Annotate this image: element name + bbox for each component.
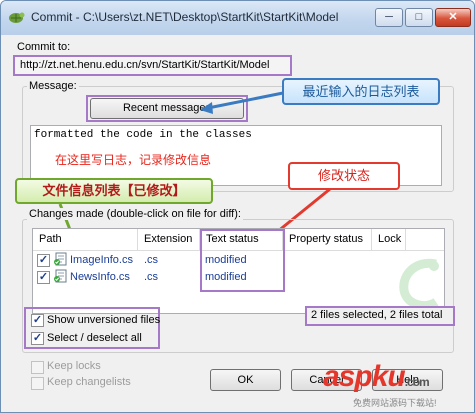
keep-changelists-label: Keep changelists bbox=[47, 376, 131, 388]
modify-status-callout: 修改状态 bbox=[288, 162, 400, 190]
column-header-property-status[interactable]: Property status bbox=[283, 229, 372, 250]
file-path[interactable]: ImageInfo.cs bbox=[70, 254, 133, 266]
watermark-subtitle: 免费网站源码下载站! bbox=[353, 398, 437, 408]
file-extension: .cs bbox=[144, 271, 159, 283]
keep-locks-label: Keep locks bbox=[47, 360, 101, 372]
watermark-text: aspku bbox=[323, 360, 406, 393]
title-bar: Commit - C:\Users\zt.NET\Desktop\StartKi… bbox=[1, 1, 474, 35]
select-all-checkbox[interactable]: ✓ bbox=[31, 332, 44, 345]
message-text: formatted the code in the classes bbox=[34, 129, 252, 141]
recent-messages-button[interactable]: Recent messages bbox=[90, 98, 244, 119]
repository-url: http://zt.net.henu.edu.cn/svn/StartKit/S… bbox=[13, 55, 292, 76]
file-path[interactable]: NewsInfo.cs bbox=[70, 271, 130, 283]
close-button[interactable]: ✕ bbox=[435, 8, 471, 27]
file-list-callout: 文件信息列表【已修改】 bbox=[15, 178, 213, 204]
modified-file-icon bbox=[54, 252, 67, 266]
column-header-path[interactable]: Path bbox=[33, 229, 138, 250]
changes-group-label: Changes made (double-click on file for d… bbox=[27, 208, 243, 220]
select-all-label[interactable]: Select / deselect all bbox=[47, 332, 142, 344]
commit-to-label: Commit to: bbox=[17, 41, 71, 53]
maximize-button[interactable]: □ bbox=[405, 8, 433, 27]
row-checkbox[interactable]: ✓ bbox=[37, 254, 50, 267]
message-annotation: 在这里写日志，记录修改信息 bbox=[55, 153, 212, 167]
selection-status: 2 files selected, 2 files total bbox=[311, 309, 443, 321]
recent-log-callout: 最近输入的日志列表 bbox=[282, 78, 440, 105]
ok-button[interactable]: OK bbox=[210, 369, 281, 391]
keep-changelists-checkbox[interactable] bbox=[31, 377, 44, 390]
column-header-extension[interactable]: Extension bbox=[138, 229, 200, 250]
minimize-button[interactable]: ─ bbox=[375, 8, 403, 27]
column-header-lock[interactable]: Lock bbox=[372, 229, 406, 250]
tortoise-watermark-icon bbox=[399, 258, 439, 310]
show-unversioned-label[interactable]: Show unversioned files bbox=[47, 314, 160, 326]
message-group-label: Message: bbox=[27, 80, 79, 92]
show-unversioned-checkbox[interactable]: ✓ bbox=[31, 314, 44, 327]
modified-file-icon bbox=[54, 269, 67, 283]
watermark-logo: aspku.com bbox=[323, 360, 430, 394]
text-status-highlight bbox=[200, 229, 285, 292]
row-checkbox[interactable]: ✓ bbox=[37, 271, 50, 284]
watermark-suffix: .com bbox=[404, 375, 430, 389]
keep-locks-checkbox[interactable] bbox=[31, 361, 44, 374]
tortoise-app-icon bbox=[9, 12, 25, 23]
window-title: Commit - C:\Users\zt.NET\Desktop\StartKi… bbox=[31, 10, 339, 24]
file-extension: .cs bbox=[144, 254, 159, 266]
